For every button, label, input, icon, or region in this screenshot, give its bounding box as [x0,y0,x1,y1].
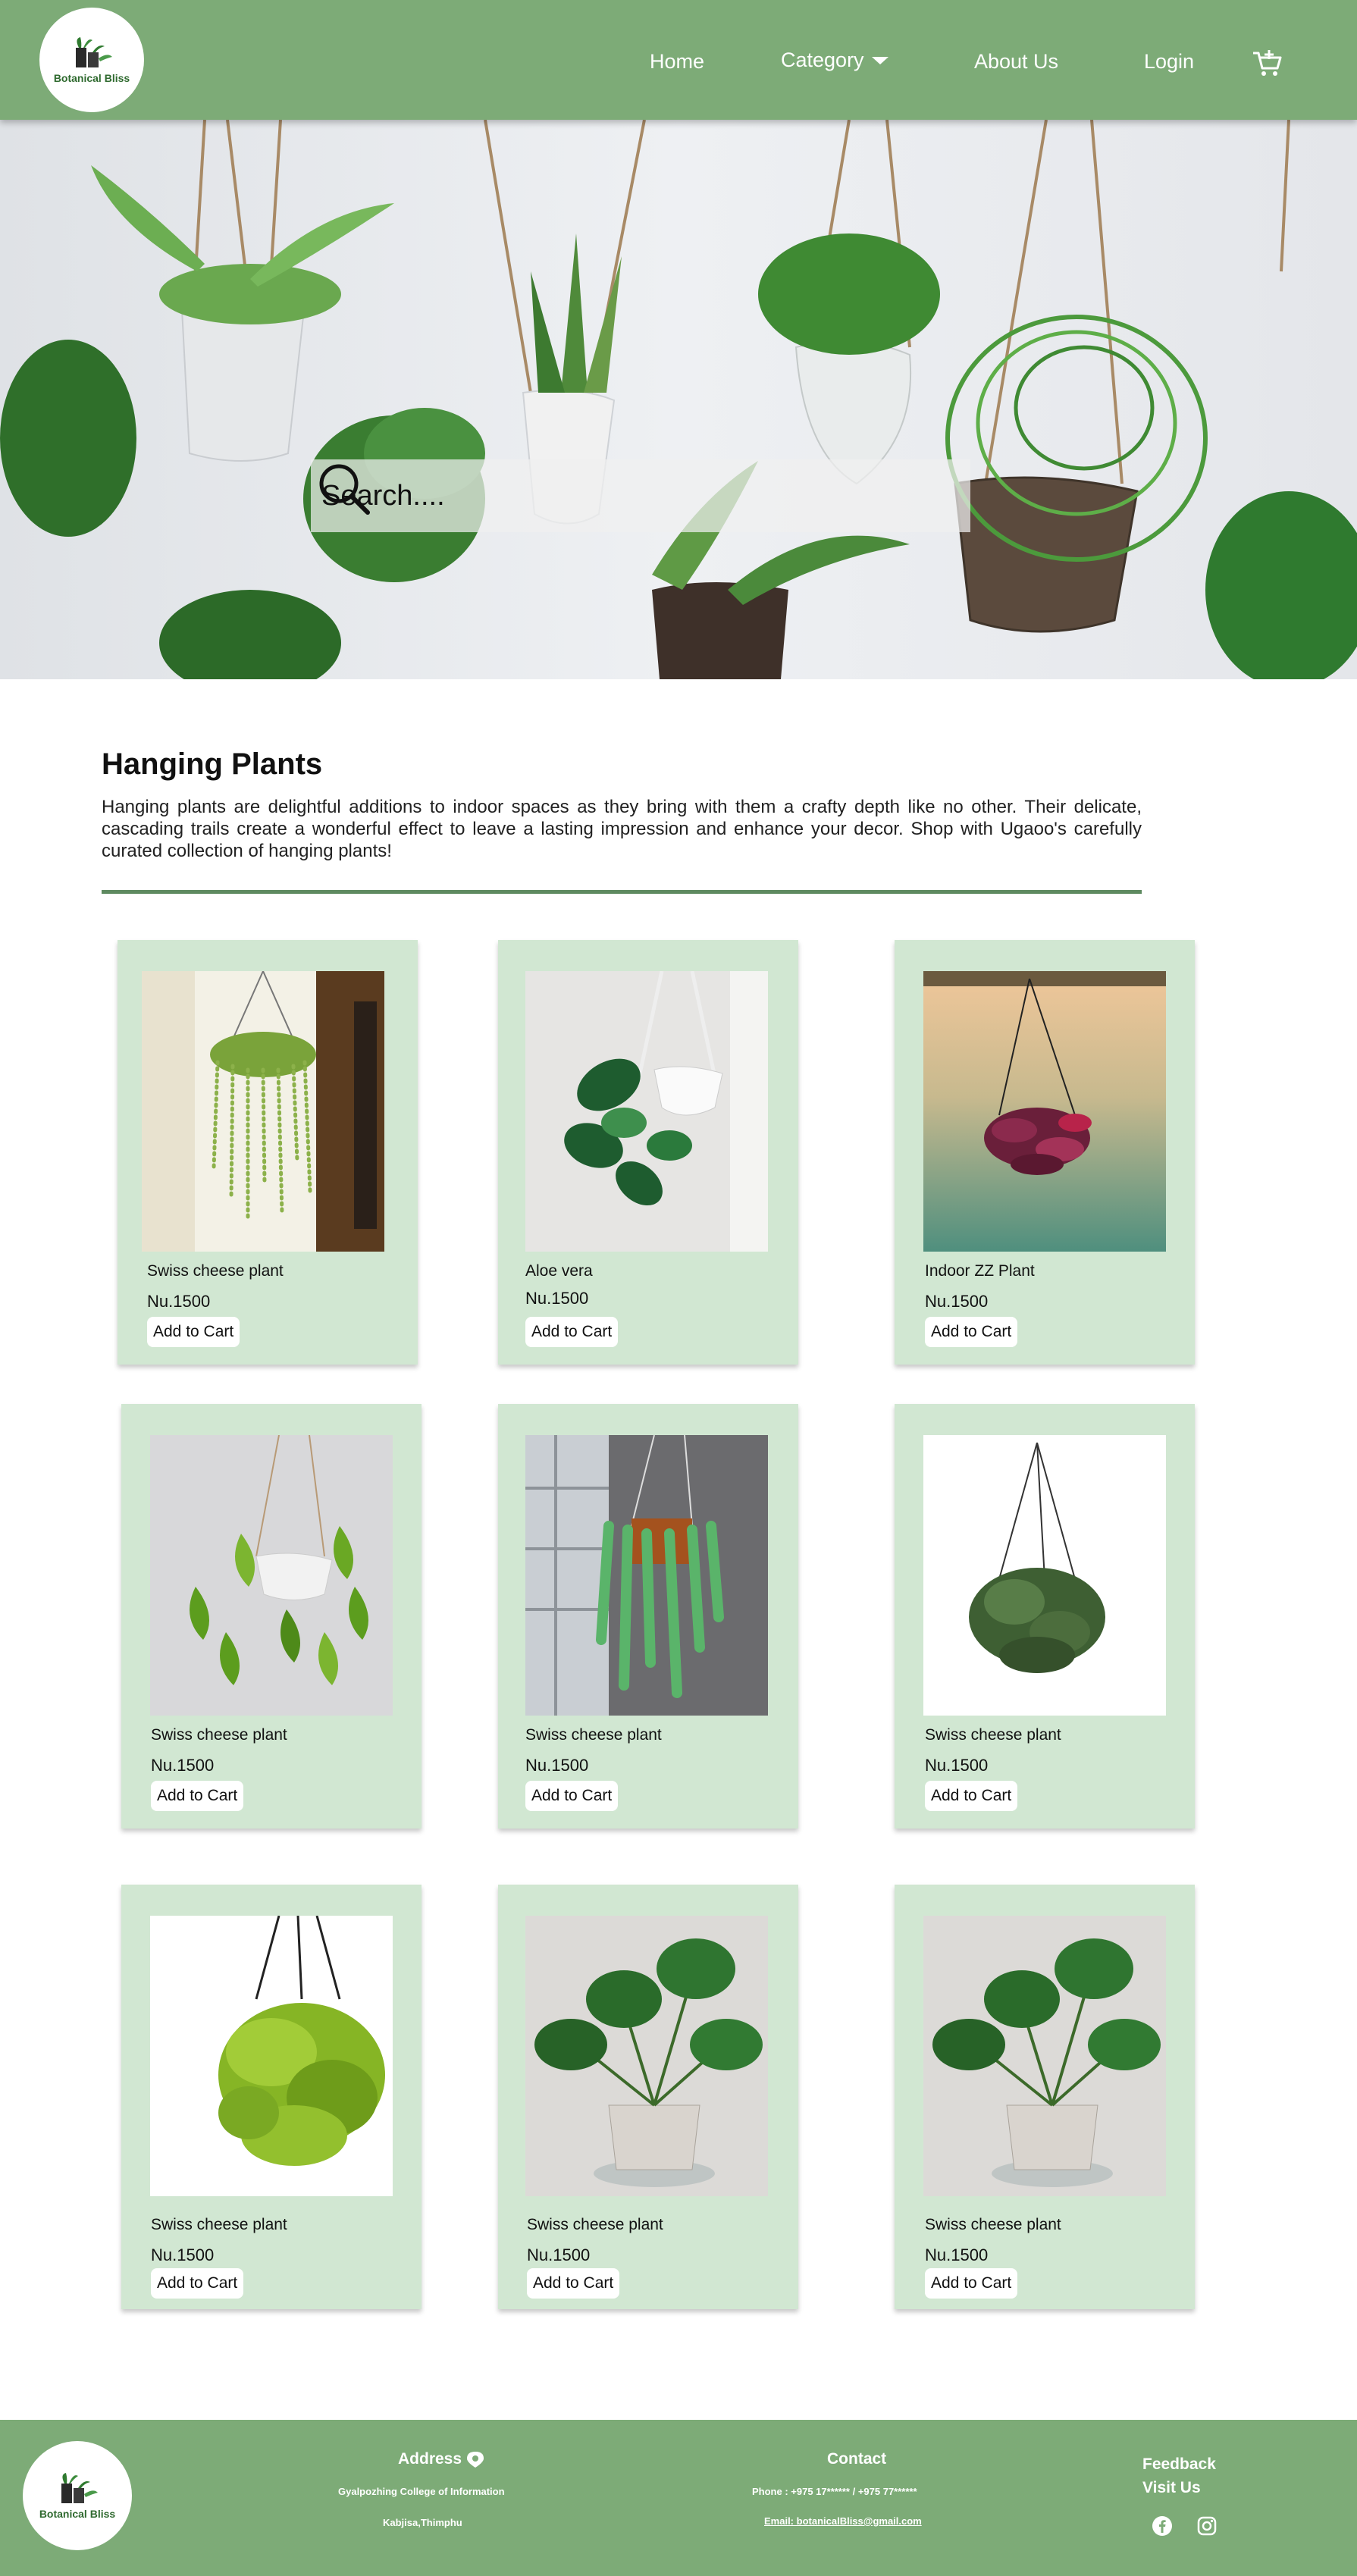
brand-name: Botanical Bliss [53,72,130,84]
product-image [525,971,768,1252]
nav-login-link[interactable]: Login [1144,50,1194,74]
monstera-pot-image [525,1916,768,2196]
contact-email-link[interactable]: Email: botanicalBliss@gmail.com [764,2515,922,2527]
add-to-cart-button[interactable]: Add to Cart [527,2268,620,2299]
add-to-cart-button[interactable]: Add to Cart [525,1317,619,1347]
section-title: Hanging Plants [102,747,323,781]
address-line-1: Gyalpozhing College of Information [338,2486,505,2497]
section-divider [102,890,1142,894]
footer-brand-name: Botanical Bliss [39,2508,116,2520]
caret-down-icon [871,56,888,64]
string-of-pearls-image [142,971,384,1252]
add-to-cart-button[interactable]: Add to Cart [925,1781,1018,1811]
product-card[interactable]: Swiss cheese plant Nu.1500 Add to Cart [118,940,418,1365]
visit-us-label: Visit Us [1142,2479,1201,2496]
search-input[interactable] [321,479,852,512]
product-price: Nu.1500 [527,2245,591,2264]
product-price: Nu.1500 [525,1289,589,1308]
purple-tradescantia-image [923,971,1166,1252]
product-price: Nu.1500 [151,2245,215,2264]
site-footer: Botanical Bliss Address Gyalpozhing Coll… [0,2420,1357,2576]
product-image [150,1435,393,1716]
product-price: Nu.1500 [525,1756,589,1775]
address-title: Address [398,2450,462,2468]
contact-phone: Phone : +975 17****** / +975 77****** [752,2486,917,2497]
product-name: Swiss cheese plant [525,1726,662,1744]
product-name: Swiss cheese plant [151,2216,287,2233]
product-price: Nu.1500 [151,1756,215,1775]
monstera-hanging-image [525,971,768,1252]
cart-icon[interactable] [1251,47,1284,80]
nav-about-link[interactable]: About Us [974,50,1058,74]
monstera-pot-image [923,1916,1166,2196]
product-card[interactable]: Swiss cheese plant Nu.1500 Add to Cart [121,1885,422,2309]
facebook-icon[interactable] [1152,2515,1173,2537]
pothos-image [150,1435,393,1716]
product-image [923,1435,1166,1716]
site-header: Botanical Bliss Home Category About Us L… [0,0,1357,120]
add-to-cart-button[interactable]: Add to Cart [147,1317,240,1347]
product-name: Swiss cheese plant [925,1726,1061,1744]
add-to-cart-button[interactable]: Add to Cart [925,2268,1018,2299]
product-price: Nu.1500 [925,1292,989,1311]
product-card[interactable]: Swiss cheese plant Nu.1500 Add to Cart [895,1885,1195,2309]
product-image [923,1916,1166,2196]
add-to-cart-button[interactable]: Add to Cart [525,1781,619,1811]
product-name: Aloe vera [525,1262,593,1280]
product-card[interactable]: Swiss cheese plant Nu.1500 Add to Cart [498,1885,798,2309]
feedback-link[interactable]: Feedback [1142,2455,1216,2474]
product-name: Indoor ZZ Plant [925,1262,1035,1280]
product-price: Nu.1500 [925,1756,989,1775]
product-name: Swiss cheese plant [527,2216,663,2233]
product-image [923,971,1166,1252]
address-line-2: Kabjisa,Thimphu [383,2517,462,2528]
nav-category-label: Category [781,49,864,71]
product-image [525,1916,768,2196]
product-card[interactable]: Aloe vera Nu.1500 Add to Cart [498,940,798,1365]
brand-logo[interactable]: Botanical Bliss [39,8,144,112]
footer-brand-logo[interactable]: Botanical Bliss [23,2441,132,2550]
add-to-cart-button[interactable]: Add to Cart [925,1317,1018,1347]
add-to-cart-button[interactable]: Add to Cart [151,1781,244,1811]
product-card[interactable]: Indoor ZZ Plant Nu.1500 Add to Cart [895,940,1195,1365]
ivy-basket-image [923,1435,1166,1716]
hero-banner [0,120,1357,679]
instagram-icon[interactable] [1196,2515,1218,2537]
product-name: Swiss cheese plant [147,1262,284,1280]
lime-creeper-image [150,1916,393,2196]
plant-pots-logo-icon [61,2473,98,2503]
plant-pots-logo-icon [76,37,112,67]
product-image [525,1435,768,1716]
contact-title: Contact [827,2450,887,2468]
nav-home-link[interactable]: Home [650,50,704,74]
product-price: Nu.1500 [147,1292,211,1311]
location-pin-icon [467,2452,484,2468]
search-bar[interactable] [311,459,970,532]
section-description: Hanging plants are delightful additions … [102,797,1142,861]
product-image [142,971,384,1252]
add-to-cart-button[interactable]: Add to Cart [151,2268,244,2299]
product-card[interactable]: Swiss cheese plant Nu.1500 Add to Cart [895,1404,1195,1829]
product-card[interactable]: Swiss cheese plant Nu.1500 Add to Cart [121,1404,422,1829]
product-name: Swiss cheese plant [151,1726,287,1744]
product-name: Swiss cheese plant [925,2216,1061,2233]
nav-category-dropdown[interactable]: Category [781,49,888,72]
hanging-plants-hero-image [0,120,1357,679]
search-icon[interactable] [315,459,372,517]
product-image [150,1916,393,2196]
product-price: Nu.1500 [925,2245,989,2264]
burros-tail-image [525,1435,768,1716]
product-card[interactable]: Swiss cheese plant Nu.1500 Add to Cart [498,1404,798,1829]
